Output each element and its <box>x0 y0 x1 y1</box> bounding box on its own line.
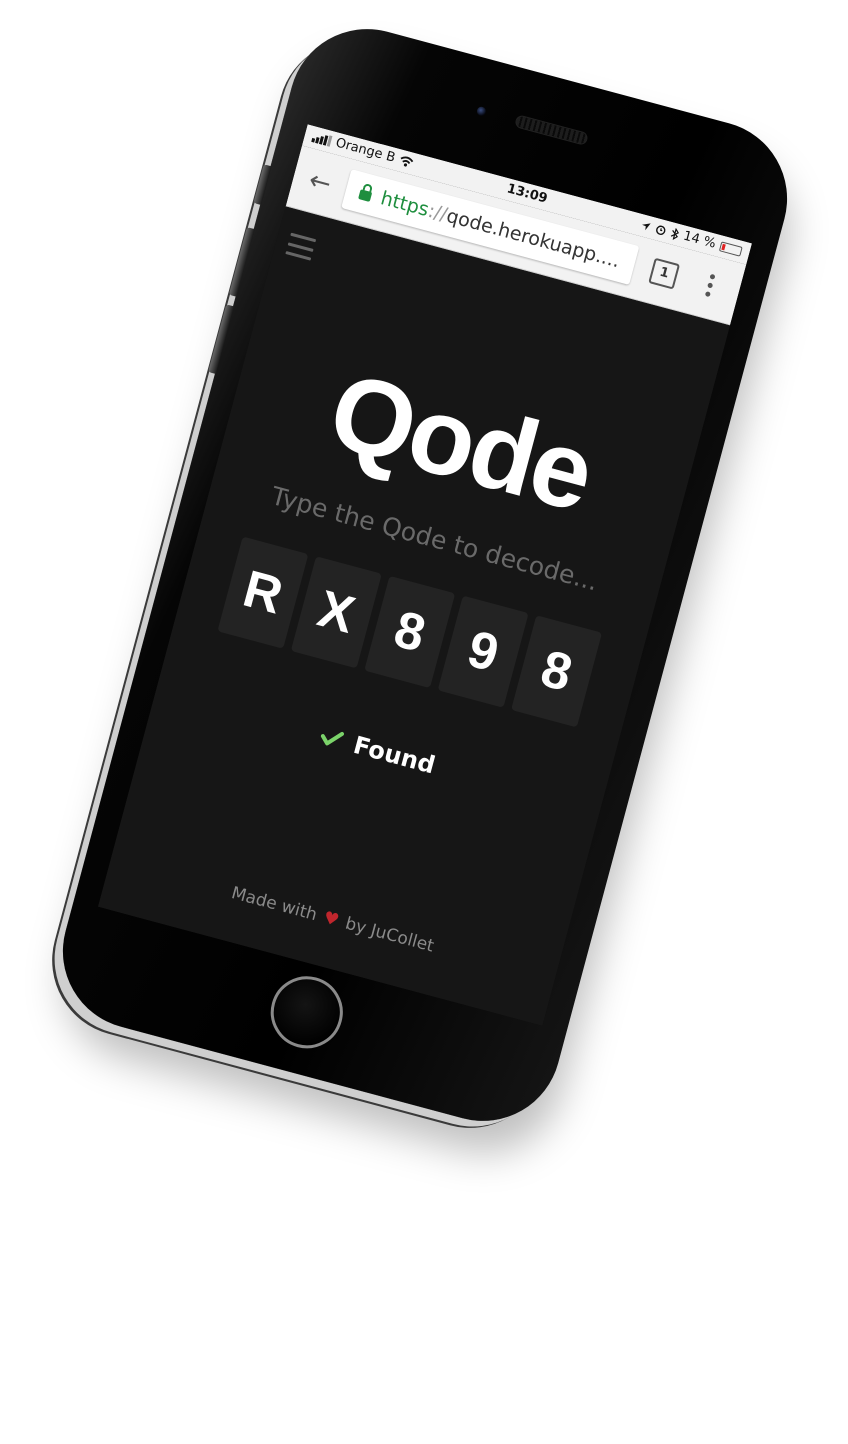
code-char-input[interactable]: 8 <box>511 615 603 728</box>
back-arrow-icon[interactable]: ← <box>299 162 341 204</box>
web-page: Qode Type the Qode to decode... R X 8 9 … <box>98 206 730 1026</box>
qode-logo: Qode <box>317 348 605 534</box>
footer-text-before: Made with <box>229 883 320 926</box>
more-menu-icon[interactable] <box>694 265 726 304</box>
battery-icon <box>718 240 743 257</box>
hamburger-menu-icon[interactable] <box>285 232 317 261</box>
footer-text-after: by JuCollet <box>343 913 437 957</box>
phone-device: Orange B 13:09 14 % ← https:// qode.her… <box>45 11 805 1139</box>
alarm-icon <box>656 225 666 235</box>
earpiece-speaker <box>514 114 589 146</box>
bluetooth-icon <box>670 227 680 240</box>
lock-icon <box>358 189 373 202</box>
status-text: Found <box>350 730 439 780</box>
url-scheme: https <box>378 187 432 222</box>
volume-down-button <box>208 304 235 375</box>
footer-credit: Made with ♥ by JuCollet <box>108 851 558 989</box>
mute-switch <box>253 164 272 205</box>
stage: Orange B 13:09 14 % ← https:// qode.her… <box>0 0 848 1444</box>
heart-icon: ♥ <box>321 907 342 932</box>
location-icon <box>642 222 651 230</box>
phone-screen: Orange B 13:09 14 % ← https:// qode.her… <box>98 124 752 1026</box>
home-button[interactable] <box>262 968 351 1057</box>
check-icon <box>321 732 345 746</box>
volume-up-button <box>228 227 255 297</box>
front-camera <box>475 105 487 117</box>
tab-switcher-button[interactable]: 1 <box>648 257 681 290</box>
